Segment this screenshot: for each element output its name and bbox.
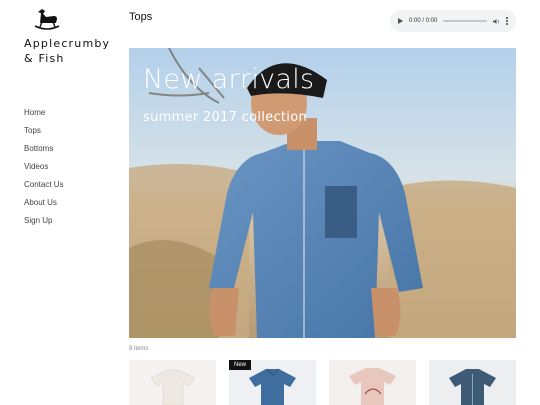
product-image (449, 369, 496, 405)
nav-item-home[interactable]: Home (24, 108, 64, 126)
hero-banner[interactable]: New arrivals summer 2017 collection (129, 48, 516, 338)
sidebar-nav: Home Tops Bottoms Videos Contact Us Abou… (24, 108, 64, 234)
hero-title: New arrivals (143, 64, 315, 95)
item-count: 8 items (129, 346, 149, 352)
play-icon[interactable] (398, 18, 403, 24)
product-card[interactable] (129, 360, 216, 405)
product-image (150, 369, 196, 405)
product-card[interactable] (329, 360, 416, 405)
product-grid: New (129, 360, 516, 405)
page-title: Tops (129, 11, 153, 23)
audio-time: 0:00 / 0:00 (409, 18, 438, 24)
rocking-horse-icon[interactable] (34, 8, 60, 30)
audio-player[interactable]: 0:00 / 0:00 (390, 10, 516, 32)
nav-item-sign-up[interactable]: Sign Up (24, 216, 64, 234)
new-badge: New (229, 360, 252, 370)
audio-seek-bar[interactable] (443, 20, 487, 22)
volume-icon[interactable] (493, 18, 500, 25)
nav-item-contact-us[interactable]: Contact Us (24, 180, 64, 198)
nav-item-tops[interactable]: Tops (24, 126, 64, 144)
product-card[interactable]: New (229, 360, 316, 405)
nav-item-videos[interactable]: Videos (24, 162, 64, 180)
nav-item-bottoms[interactable]: Bottoms (24, 144, 64, 162)
more-vertical-icon[interactable] (506, 17, 508, 25)
brand-name[interactable]: Applecrumby & Fish (24, 36, 124, 66)
product-card[interactable] (429, 360, 516, 405)
nav-item-about-us[interactable]: About Us (24, 198, 64, 216)
product-image (349, 368, 396, 405)
hero-subtitle: summer 2017 collection (143, 110, 308, 125)
